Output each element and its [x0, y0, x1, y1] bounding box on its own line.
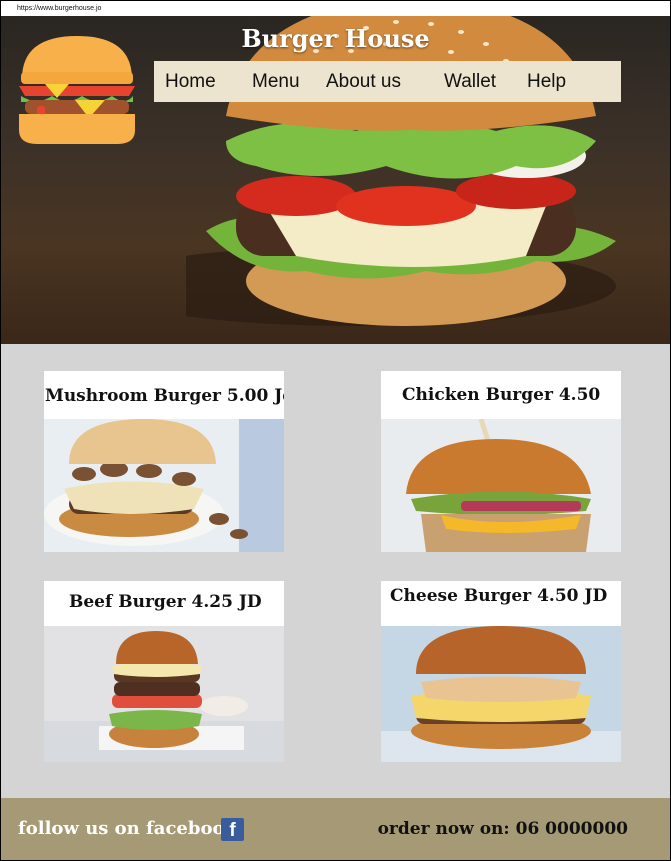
menu-card-title: Chicken Burger 4.50: [402, 385, 601, 405]
menu-card-cheese[interactable]: Cheese Burger 4.50 JD: [381, 581, 621, 762]
burger-logo-icon: [19, 36, 135, 144]
facebook-icon[interactable]: f: [221, 818, 244, 841]
hero-banner: Burger House Home Menu About us Wallet H…: [1, 16, 670, 344]
nav-wallet[interactable]: Wallet: [444, 61, 496, 102]
page: https://www.burgerhouse.jo Burger House …: [1, 1, 670, 860]
menu-card-chicken[interactable]: Chicken Burger 4.50: [381, 371, 621, 552]
menu-card-beef[interactable]: Beef Burger 4.25 JD: [44, 581, 284, 762]
menu-card-title: Cheese Burger 4.50 JD: [390, 586, 608, 606]
menu-card-title: Beef Burger 4.25 JD: [69, 592, 262, 612]
main-nav: Home Menu About us Wallet Help: [154, 61, 621, 102]
nav-home[interactable]: Home: [165, 61, 216, 102]
beef-burger-image: [44, 626, 284, 762]
url-bar[interactable]: https://www.burgerhouse.jo: [1, 1, 670, 16]
nav-help[interactable]: Help: [527, 61, 566, 102]
footer: follow us on facebook f order now on: 06…: [1, 798, 670, 860]
cheese-burger-image: [381, 626, 621, 762]
chicken-burger-image: [381, 419, 621, 552]
menu-card-mushroom[interactable]: Mushroom Burger 5.00 Jd: [44, 371, 284, 552]
order-phone-text: order now on: 06 0000000: [377, 819, 628, 839]
nav-menu[interactable]: Menu: [252, 61, 300, 102]
menu-card-title: Mushroom Burger 5.00 Jd: [45, 386, 284, 406]
nav-about-us[interactable]: About us: [326, 61, 401, 102]
mushroom-burger-image: [44, 419, 284, 552]
follow-facebook-text[interactable]: follow us on facebook: [18, 798, 237, 860]
